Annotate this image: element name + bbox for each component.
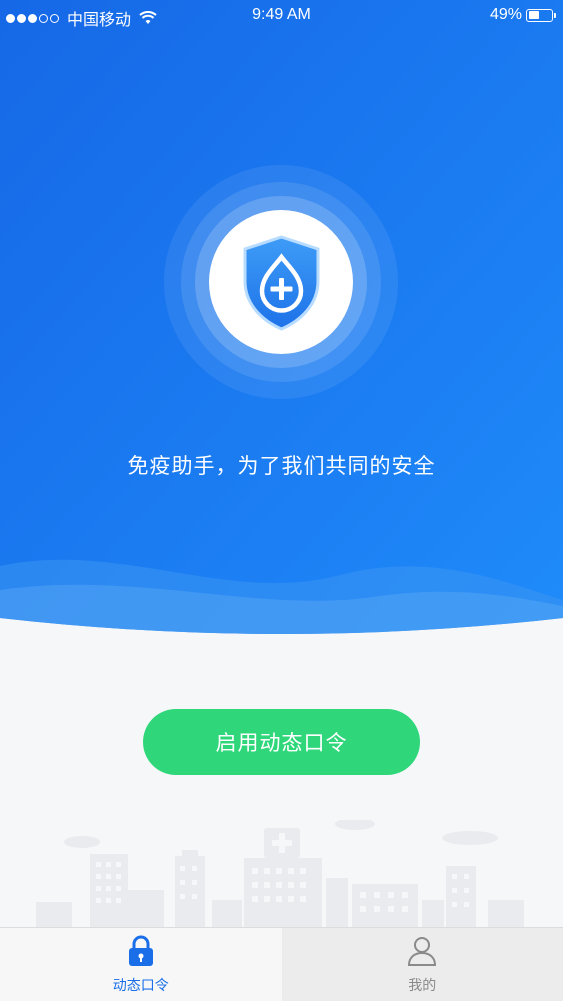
city-skyline-illustration [0, 818, 563, 928]
tab-dynamic-password[interactable]: 动态口令 [0, 928, 282, 1001]
hero-slogan: 免疫助手，为了我们共同的安全 [127, 454, 436, 478]
shield-medical-icon [238, 233, 325, 333]
user-icon [407, 935, 437, 971]
enable-dynamic-password-button[interactable]: 启用动态口令 [143, 709, 420, 775]
status-bar: 中国移动 9:49 AM 49% [0, 0, 563, 32]
status-time: 9:49 AM [252, 6, 311, 23]
tab-label: 动态口令 [112, 978, 169, 994]
tab-bar: 动态口令 我的 [0, 927, 563, 1001]
lock-icon [127, 935, 155, 971]
battery-icon [526, 8, 556, 22]
battery-fill [528, 11, 540, 19]
tab-mine[interactable]: 我的 [281, 928, 563, 1001]
battery-percent: 49% [489, 6, 522, 23]
tab-label: 我的 [408, 978, 437, 994]
